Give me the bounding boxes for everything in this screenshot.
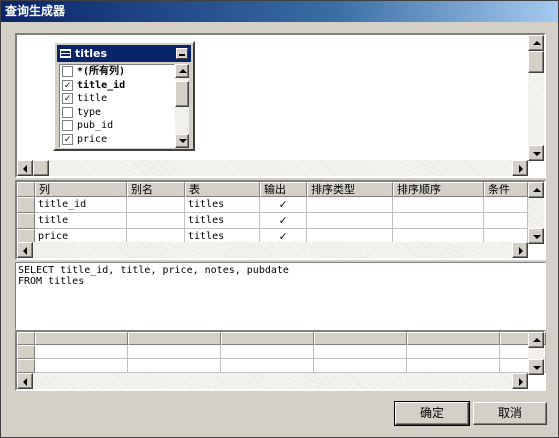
grid-cell-sort-type[interactable] bbox=[307, 213, 393, 229]
grid-header[interactable]: 表 bbox=[185, 182, 260, 197]
grid-header[interactable]: 排序顺序 bbox=[393, 182, 484, 197]
results-cell[interactable] bbox=[35, 345, 128, 359]
table-window-titles[interactable]: titles *(所有列) ✓ title_id ✓ title type pub_id ✓ p… bbox=[53, 41, 195, 151]
grid-cell-column[interactable]: title_id bbox=[35, 197, 127, 213]
table-window-title-label: titles bbox=[75, 47, 108, 60]
grid-cell-sort-order[interactable] bbox=[393, 213, 484, 229]
grid-cell-sort-type[interactable] bbox=[307, 197, 393, 213]
grid-cell-table[interactable]: titles bbox=[185, 213, 260, 229]
field-checkbox[interactable] bbox=[62, 120, 73, 131]
diagram-scroll-up-button[interactable] bbox=[528, 35, 544, 51]
sql-pane[interactable]: SELECT title_id, title, price, notes, pu… bbox=[15, 262, 546, 330]
diagram-scroll-vthumb[interactable] bbox=[528, 51, 544, 73]
field-name: title bbox=[77, 93, 108, 104]
field-item[interactable]: ✓ title bbox=[60, 92, 174, 106]
field-checkbox[interactable]: ✓ bbox=[62, 133, 73, 145]
results-header[interactable] bbox=[221, 332, 314, 345]
results-scroll-left-button[interactable] bbox=[17, 373, 33, 389]
results-scroll-up-button[interactable] bbox=[528, 332, 544, 348]
field-checkbox[interactable]: ✓ bbox=[62, 93, 73, 104]
results-scroll-vtrack[interactable] bbox=[528, 348, 544, 359]
field-checkbox[interactable]: ✓ bbox=[62, 79, 73, 91]
field-item[interactable]: ✓ price bbox=[60, 133, 174, 147]
grid-header[interactable]: 输出 bbox=[260, 182, 307, 197]
results-cell[interactable] bbox=[407, 345, 500, 359]
criteria-grid-pane[interactable]: 列别名表输出 排序类型 排序顺序 条件 title_id titles ✓ title titl… bbox=[15, 180, 546, 260]
results-cell[interactable] bbox=[35, 359, 128, 373]
field-name: pub_id bbox=[77, 120, 114, 131]
grid-header[interactable]: 排序类型 bbox=[307, 182, 393, 197]
grid-cell-criteria[interactable] bbox=[484, 213, 528, 229]
field-item[interactable]: ✓ title_id bbox=[60, 79, 174, 93]
results-pane[interactable] bbox=[15, 330, 546, 391]
grid-corner[interactable] bbox=[17, 182, 35, 197]
results-header[interactable] bbox=[128, 332, 221, 345]
field-item[interactable]: pub_id bbox=[60, 119, 174, 133]
results-header[interactable] bbox=[35, 332, 128, 345]
results-corner[interactable] bbox=[17, 332, 35, 345]
diagram-pane[interactable]: titles *(所有列) ✓ title_id ✓ title type pub_id ✓ p… bbox=[15, 33, 546, 178]
row-header[interactable] bbox=[17, 197, 35, 213]
results-cell[interactable] bbox=[314, 359, 407, 373]
results-scroll-htrack[interactable] bbox=[33, 373, 512, 389]
grid-cell-output[interactable]: ✓ bbox=[260, 197, 307, 213]
results-cell[interactable] bbox=[407, 359, 500, 373]
row-header[interactable] bbox=[17, 213, 35, 229]
grid-scroll-htrack[interactable] bbox=[33, 242, 512, 258]
grid-cell-alias[interactable] bbox=[127, 213, 185, 229]
field-item[interactable]: *(所有列) bbox=[60, 65, 174, 79]
grid-header[interactable]: 条件 bbox=[484, 182, 528, 197]
window-title: 查询生成器 bbox=[1, 1, 558, 22]
field-checkbox[interactable] bbox=[62, 106, 73, 118]
results-scroll-down-button[interactable] bbox=[528, 359, 544, 375]
results-cell[interactable] bbox=[221, 345, 314, 359]
results-header[interactable] bbox=[407, 332, 500, 345]
field-name: title_id bbox=[77, 79, 126, 91]
results-row-header[interactable] bbox=[17, 345, 35, 359]
field-scroll-up-button[interactable] bbox=[175, 64, 189, 78]
results-cell[interactable] bbox=[128, 345, 221, 359]
results-cell[interactable] bbox=[221, 359, 314, 373]
grid-scroll-up-button[interactable] bbox=[528, 182, 544, 198]
diagram-scroll-htrack[interactable] bbox=[49, 160, 512, 176]
grid-header[interactable]: 列 bbox=[35, 182, 127, 197]
grid-cell-alias[interactable] bbox=[127, 197, 185, 213]
diagram-scroll-down-button[interactable] bbox=[528, 145, 544, 161]
cancel-button[interactable]: 取消 bbox=[473, 402, 547, 425]
field-name: price bbox=[77, 133, 108, 145]
field-item[interactable]: type bbox=[60, 106, 174, 120]
diagram-scroll-right-button[interactable] bbox=[512, 160, 528, 176]
sql-line-2: FROM titles bbox=[18, 276, 85, 287]
results-row-header[interactable] bbox=[17, 359, 35, 373]
grid-cell-criteria[interactable] bbox=[484, 197, 528, 213]
results-cell[interactable] bbox=[314, 345, 407, 359]
results-scroll-right-button[interactable] bbox=[512, 373, 528, 389]
diagram-scroll-hthumb[interactable] bbox=[33, 160, 49, 176]
grid-cell-output[interactable]: ✓ bbox=[260, 213, 307, 229]
grid-scroll-right-button[interactable] bbox=[512, 242, 528, 258]
field-checkbox[interactable] bbox=[62, 66, 73, 77]
results-header[interactable] bbox=[314, 332, 407, 345]
table-window-title[interactable]: titles bbox=[57, 45, 191, 62]
field-name: *(所有列) bbox=[77, 66, 126, 77]
sql-line-1: SELECT title_id, title, price, notes, pu… bbox=[18, 265, 289, 276]
grid-scroll-vtrack[interactable] bbox=[528, 198, 544, 228]
grid-cell-sort-order[interactable] bbox=[393, 197, 484, 213]
query-builder-window: 查询生成器 titles *(所有列) ✓ title_id ✓ title type pu… bbox=[0, 0, 559, 438]
field-list[interactable]: *(所有列) ✓ title_id ✓ title type pub_id ✓ price bbox=[59, 64, 175, 148]
field-name: type bbox=[77, 106, 102, 118]
table-icon bbox=[60, 49, 71, 58]
diagram-scroll-left-button[interactable] bbox=[17, 160, 33, 176]
grid-cell-column[interactable]: title bbox=[35, 213, 127, 229]
grid-scroll-left-button[interactable] bbox=[17, 242, 33, 258]
minimize-icon[interactable] bbox=[176, 48, 188, 59]
diagram-scroll-vtrack[interactable] bbox=[528, 73, 544, 145]
grid-scroll-down-button[interactable] bbox=[528, 228, 544, 244]
field-scroll-thumb[interactable] bbox=[175, 81, 189, 107]
results-cell[interactable] bbox=[128, 359, 221, 373]
grid-cell-table[interactable]: titles bbox=[185, 197, 260, 213]
ok-button[interactable]: 确定 bbox=[394, 401, 470, 426]
field-scroll-down-button[interactable] bbox=[175, 134, 189, 148]
grid-header[interactable]: 别名 bbox=[127, 182, 185, 197]
